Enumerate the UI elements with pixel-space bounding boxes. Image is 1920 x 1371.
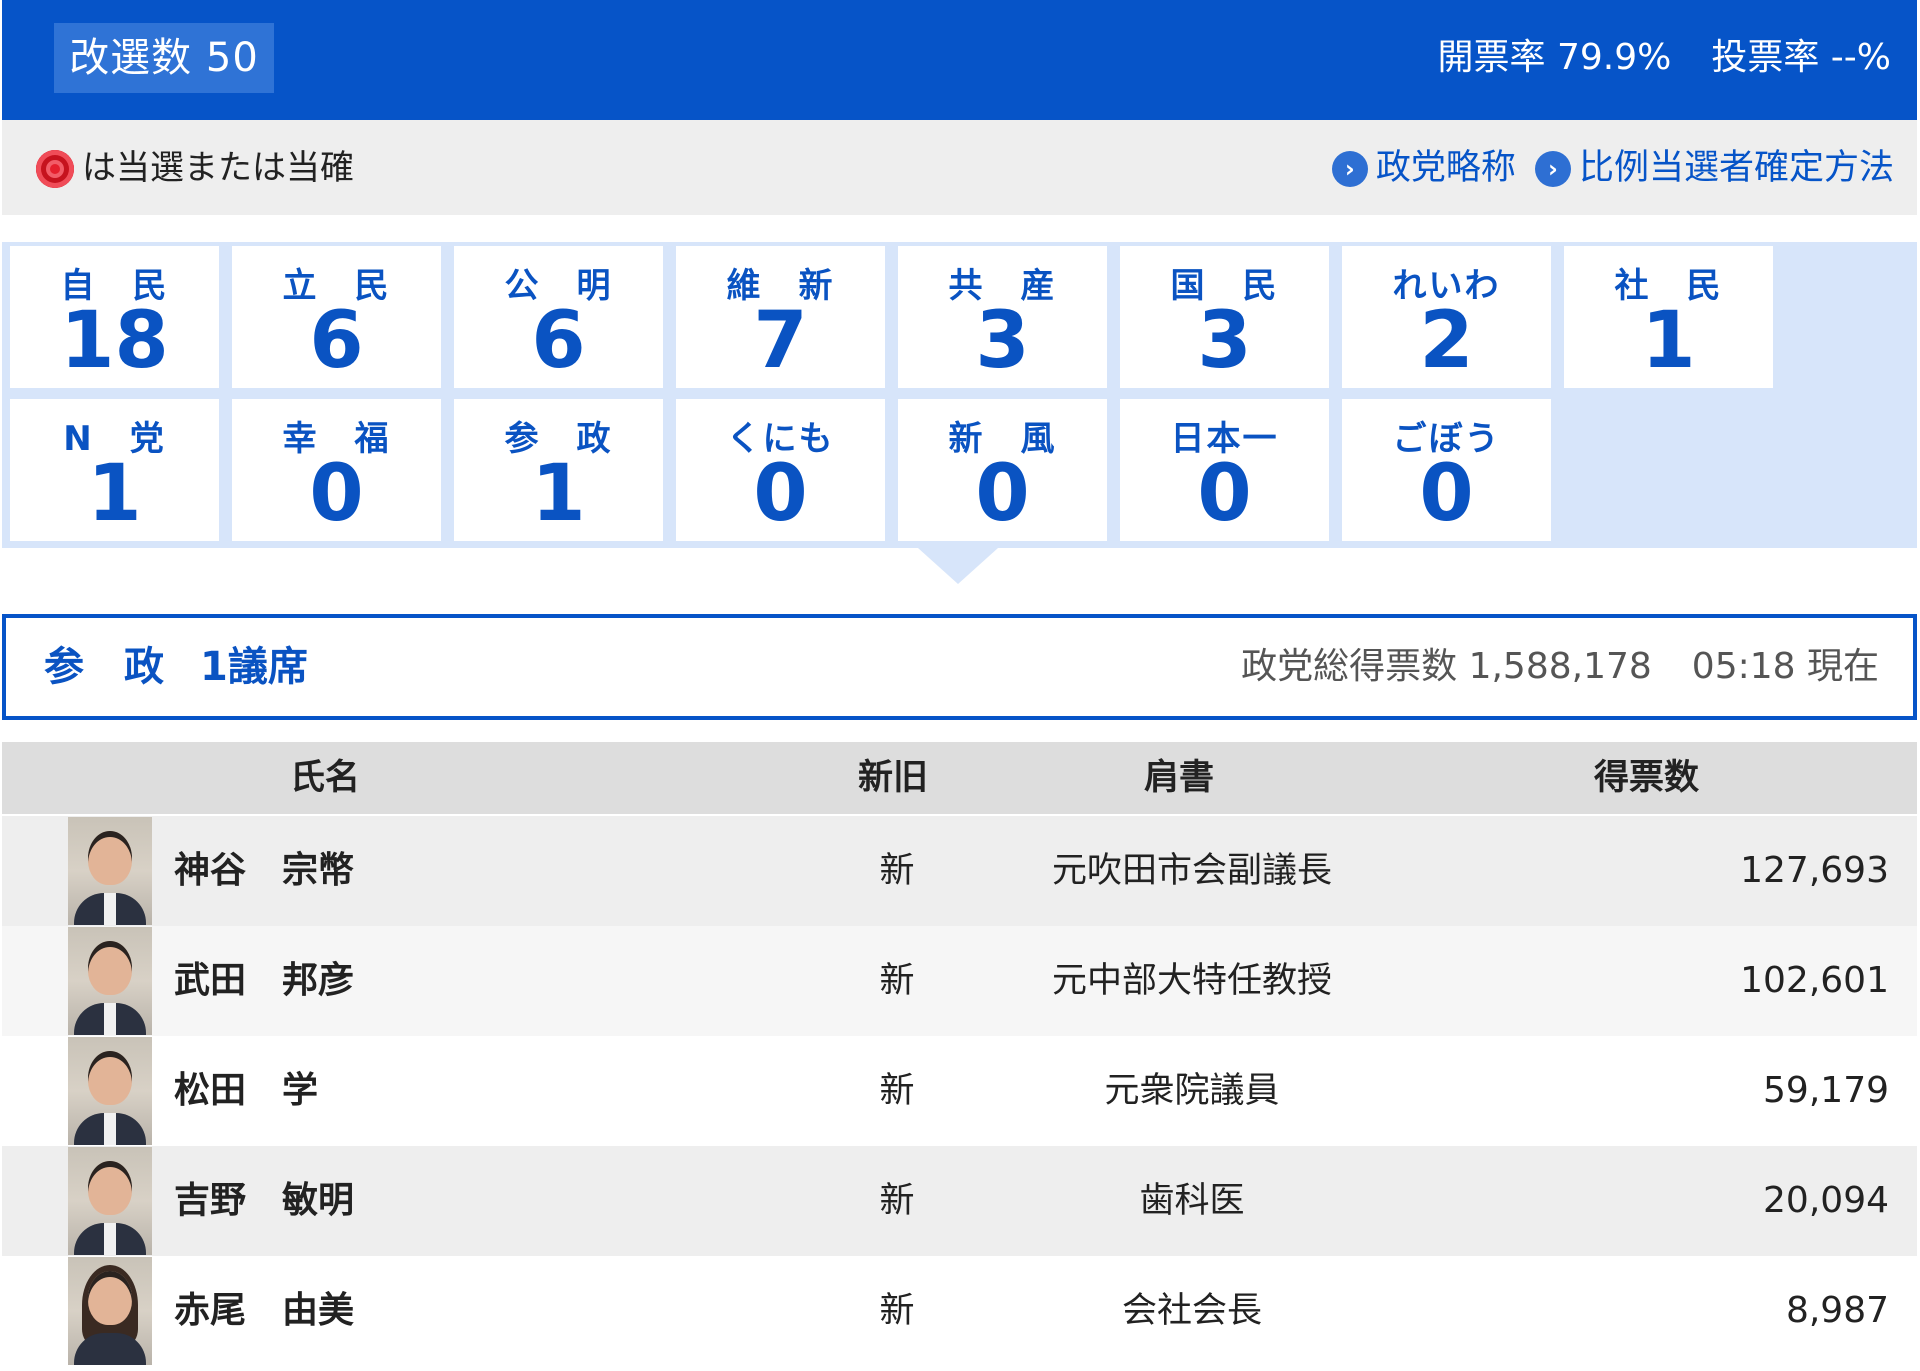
party-seats: 7 — [753, 296, 808, 386]
party-seats: 18 — [60, 296, 169, 386]
candidate-photo — [68, 1257, 152, 1365]
party-seats: 6 — [531, 296, 586, 386]
rose-winner-icon — [36, 150, 74, 188]
party-cell[interactable]: N 党1 — [10, 399, 219, 541]
candidate-votes: 102,601 — [1740, 960, 1889, 1001]
candidate-photo — [68, 1037, 152, 1145]
party-seats: 2 — [1419, 296, 1474, 386]
party-seats: 3 — [1197, 296, 1252, 386]
party-cell[interactable]: 維 新7 — [676, 246, 885, 388]
candidate-name: 赤尾 由美 — [174, 1290, 355, 1331]
party-cell[interactable]: くにも 0 — [676, 399, 885, 541]
candidate-votes: 8,987 — [1785, 1290, 1889, 1331]
party-cell[interactable]: 共 産3 — [898, 246, 1107, 388]
candidate-name: 神谷 宗幣 — [174, 850, 355, 891]
counting-rate: 開票率 79.9% — [1437, 37, 1672, 78]
turnout-rate: 投票率 --% — [1711, 37, 1891, 78]
party-cell[interactable]: れいわ 2 — [1342, 246, 1551, 388]
selected-party-title: 参 政 1議席 — [44, 644, 308, 690]
party-abbrev-link[interactable]: › 政党略称 — [1331, 140, 1516, 196]
selected-party-stats: 政党総得票数 1,588,178 05:18 現在 — [1241, 618, 1879, 716]
table-row: 武田 邦彦 新 元中部大特任教授 102,601 — [2, 926, 1917, 1036]
candidate-votes: 20,094 — [1763, 1180, 1889, 1221]
party-total-votes: 政党総得票数 1,588,178 — [1241, 646, 1652, 687]
chevron-right-icon: › — [1534, 151, 1571, 187]
party-grid: 自 民 18 立 民6公 明6維 新7共 産3国 民 3 れいわ 2 社 民1 N 党1幸 福… — [2, 242, 1917, 548]
candidate-status: 新 — [879, 1071, 915, 1111]
candidate-votes: 127,693 — [1740, 850, 1889, 891]
candidate-title: 元中部大特任教授 — [1051, 961, 1332, 1001]
party-cell[interactable]: 日本一 0 — [1120, 399, 1329, 541]
legend-text: は当選または当確 — [82, 148, 354, 188]
party-seats: 3 — [975, 296, 1030, 386]
party-cell[interactable]: 幸 福0 — [232, 399, 441, 541]
party-seats: 0 — [975, 449, 1030, 539]
col-votes: 得票数 — [1594, 758, 1700, 798]
candidate-name: 武田 邦彦 — [174, 960, 355, 1001]
update-time: 05:18 現在 — [1691, 646, 1879, 687]
party-seats: 1 — [531, 449, 586, 539]
table-row: 吉野 敏明 新 歯科医 20,094 — [2, 1146, 1917, 1256]
candidate-status: 新 — [879, 1291, 915, 1331]
candidate-name: 吉野 敏明 — [174, 1180, 355, 1221]
candidate-status: 新 — [879, 851, 915, 891]
candidate-status: 新 — [879, 961, 915, 1001]
results-header: 改選数 50 開票率 79.9% 投票率 --% — [2, 0, 1917, 120]
party-cell[interactable]: 参 政1 — [454, 399, 663, 541]
table-row: 松田 学 新 元衆院議員 59,179 — [2, 1036, 1917, 1146]
col-title: 肩書 — [1144, 758, 1215, 798]
col-name: 氏名 — [290, 758, 361, 798]
party-cell[interactable]: ごぼう 0 — [1342, 399, 1551, 541]
party-seats: 0 — [309, 449, 364, 539]
selected-party-bar: 参 政 1議席 政党総得票数 1,588,178 05:18 現在 — [2, 614, 1917, 720]
candidate-photo — [68, 817, 152, 925]
party-cell[interactable]: 自 民 18 — [10, 246, 219, 388]
table-row: 赤尾 由美 新 会社会長 8,987 — [2, 1256, 1917, 1366]
party-seats: 6 — [309, 296, 364, 386]
party-cell[interactable]: 新 風0 — [898, 399, 1107, 541]
table-header: 氏名 新旧 肩書 得票数 — [2, 742, 1917, 814]
candidate-photo — [68, 927, 152, 1035]
candidate-photo — [68, 1147, 152, 1255]
party-cell[interactable]: 社 民1 — [1564, 246, 1773, 388]
candidate-title: 元吹田市会副議長 — [1051, 851, 1332, 891]
candidate-title: 歯科医 — [1139, 1181, 1245, 1221]
chevron-right-icon: › — [1331, 151, 1368, 187]
candidate-name: 松田 学 — [174, 1070, 319, 1111]
party-seats: 1 — [1641, 296, 1696, 386]
table-row: 神谷 宗幣 新 元吹田市会副議長 127,693 — [2, 816, 1917, 926]
party-cell[interactable]: 公 明6 — [454, 246, 663, 388]
selected-pointer — [918, 548, 998, 584]
candidate-title: 会社会長 — [1121, 1291, 1262, 1331]
candidate-status: 新 — [879, 1181, 915, 1221]
party-seats: 0 — [1419, 449, 1474, 539]
party-seats: 0 — [1197, 449, 1252, 539]
help-links: › 政党略称 › 比例当選者確定方法 — [1318, 140, 1894, 196]
party-cell[interactable]: 国 民3 — [1120, 246, 1329, 388]
col-status: 新旧 — [858, 758, 929, 798]
party-cell[interactable]: 立 民6 — [232, 246, 441, 388]
candidate-title: 元衆院議員 — [1104, 1071, 1280, 1111]
rates: 開票率 79.9% 投票率 --% — [1438, 0, 1891, 120]
pr-method-link[interactable]: › 比例当選者確定方法 — [1534, 140, 1894, 196]
candidate-votes: 59,179 — [1763, 1070, 1889, 1111]
seats-up-badge: 改選数 50 — [54, 23, 274, 93]
party-seats: 0 — [753, 449, 808, 539]
party-seats: 1 — [87, 449, 142, 539]
